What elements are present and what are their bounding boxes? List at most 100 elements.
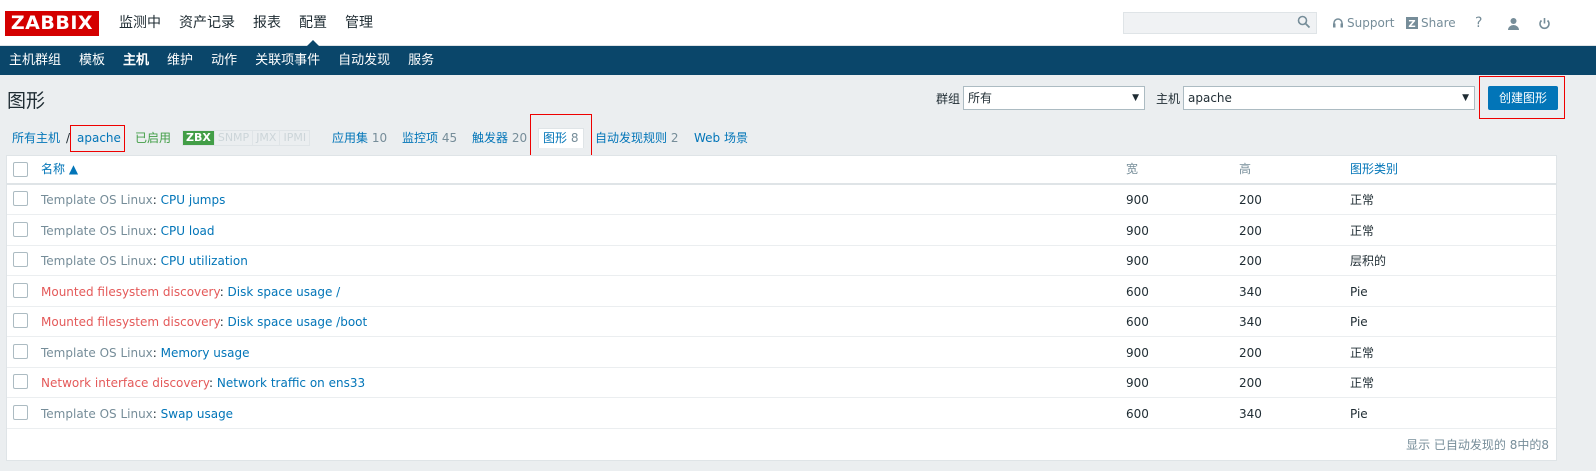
graph-name-cell: Template OS Linux: CPU load xyxy=(41,216,215,246)
graph-name-link[interactable]: CPU load xyxy=(161,224,215,238)
nav-administration[interactable]: 管理 xyxy=(336,0,382,46)
row-checkbox[interactable] xyxy=(13,374,28,389)
template-link[interactable]: Template OS Linux xyxy=(41,224,153,238)
user-icon xyxy=(1508,17,1519,30)
width-cell: 600 xyxy=(1126,284,1149,299)
table-row: Network interface discovery: Network tra… xyxy=(7,368,1556,398)
svg-text:Z: Z xyxy=(1408,19,1415,29)
host-status[interactable]: 已启用 xyxy=(135,130,171,146)
highlight-box xyxy=(530,114,592,156)
web-scenarios-link[interactable]: Web 场景 xyxy=(694,131,748,145)
graph-name-link[interactable]: Memory usage xyxy=(161,346,250,360)
height-cell: 200 xyxy=(1239,254,1262,268)
discovery-rules-count: 2 xyxy=(670,131,679,145)
group-select[interactable]: 所有 ▼ xyxy=(963,86,1145,110)
logout-button[interactable] xyxy=(1538,12,1554,34)
subnav-services[interactable]: 服务 xyxy=(399,46,443,75)
graph-type-cell: 正常 xyxy=(1350,376,1375,390)
subnav-actions[interactable]: 动作 xyxy=(202,46,246,75)
graph-type-cell: 正常 xyxy=(1350,345,1375,360)
group-select-value: 所有 xyxy=(968,91,993,105)
support-link[interactable]: Support xyxy=(1332,12,1394,34)
main-nav: 监测中 资产记录 报表 配置 管理 xyxy=(110,0,382,46)
row-checkbox[interactable] xyxy=(13,313,28,328)
graph-name-link[interactable]: Disk space usage /boot xyxy=(228,315,368,329)
nav-inventory[interactable]: 资产记录 xyxy=(170,0,244,46)
share-link[interactable]: Z Share xyxy=(1406,12,1456,34)
badge-ipmi: IPMI xyxy=(283,131,307,144)
applications-link[interactable]: 应用集 xyxy=(332,131,368,145)
template-link[interactable]: Template OS Linux xyxy=(41,254,153,268)
host-select[interactable]: apache ▼ xyxy=(1183,86,1475,110)
breadcrumb-all-hosts[interactable]: 所有主机 xyxy=(12,130,60,146)
column-width: 宽 xyxy=(1126,162,1139,176)
items-link[interactable]: 监控项 xyxy=(402,131,438,145)
profile-button[interactable] xyxy=(1507,12,1523,34)
template-link[interactable]: Template OS Linux xyxy=(41,193,153,207)
subnav-templates[interactable]: 模板 xyxy=(70,46,114,75)
tab-applications[interactable]: 应用集 10 xyxy=(332,130,387,146)
highlight-box xyxy=(1479,76,1565,119)
all-hosts-link[interactable]: 所有主机 xyxy=(12,131,60,145)
name-separator: : xyxy=(152,223,161,238)
nav-configuration[interactable]: 配置 xyxy=(290,0,336,46)
graph-name-link[interactable]: CPU jumps xyxy=(161,193,226,207)
graph-name-link[interactable]: CPU utilization xyxy=(161,254,248,268)
zabbix-logo[interactable]: ZABBIX xyxy=(5,11,99,36)
width-cell: 900 xyxy=(1126,376,1149,390)
table-row: Template OS Linux: CPU jumps 900 200 正常 xyxy=(7,185,1556,215)
triggers-link[interactable]: 触发器 xyxy=(472,131,508,145)
row-checkbox[interactable] xyxy=(13,252,28,267)
name-separator: : xyxy=(209,376,217,390)
subnav-correlation[interactable]: 关联项事件 xyxy=(246,46,329,75)
width-cell: 900 xyxy=(1126,254,1149,268)
subnav-hosts[interactable]: 主机 xyxy=(114,46,158,75)
nav-monitoring[interactable]: 监测中 xyxy=(110,0,170,46)
search-icon[interactable] xyxy=(1297,15,1311,29)
row-checkbox[interactable] xyxy=(13,191,28,206)
chevron-down-icon: ▼ xyxy=(1462,93,1469,103)
name-separator: : xyxy=(219,315,228,329)
row-checkbox[interactable] xyxy=(13,404,28,420)
discovery-rules-link[interactable]: 自动发现规则 xyxy=(595,131,667,145)
tab-triggers[interactable]: 触发器 20 xyxy=(472,130,527,146)
subnav-host-groups[interactable]: 主机群组 xyxy=(0,46,70,75)
template-link[interactable]: Mounted filesystem discovery xyxy=(41,285,220,299)
table-row: Mounted filesystem discovery: Disk space… xyxy=(7,277,1556,307)
share-icon: Z xyxy=(1406,17,1418,29)
subnav-discovery[interactable]: 自动发现 xyxy=(329,46,399,75)
badge-snmp: SNMP xyxy=(215,131,254,145)
help-button[interactable]: ? xyxy=(1475,12,1482,34)
table-row: Template OS Linux: CPU utilization 900 200… xyxy=(7,246,1556,276)
height-cell: 340 xyxy=(1239,315,1262,329)
tab-items[interactable]: 监控项 45 xyxy=(402,130,457,146)
column-name[interactable]: 名称 ▲ xyxy=(41,156,78,182)
template-link[interactable]: Network interface discovery xyxy=(41,376,209,390)
graphs-table: 名称 ▲ 宽 高 图形类别 Template OS Linux: CPU jum… xyxy=(6,155,1557,461)
graph-name-link[interactable]: Network traffic on ens33 xyxy=(217,376,365,390)
subnav-maintenance[interactable]: 维护 xyxy=(158,46,202,75)
nav-reports[interactable]: 报表 xyxy=(244,0,290,46)
row-checkbox[interactable] xyxy=(13,343,28,359)
template-link[interactable]: Template OS Linux xyxy=(41,407,153,421)
template-link[interactable]: Mounted filesystem discovery xyxy=(41,315,220,329)
tab-discovery-rules[interactable]: 自动发现规则 2 xyxy=(595,130,678,146)
name-separator: : xyxy=(152,345,161,360)
graph-name-link[interactable]: Swap usage xyxy=(161,407,233,421)
select-all-checkbox[interactable] xyxy=(13,162,28,177)
graph-name-cell: Mounted filesystem discovery: Disk space… xyxy=(41,307,367,337)
height-cell: 200 xyxy=(1239,345,1262,360)
tab-web-scenarios[interactable]: Web 场景 xyxy=(694,130,748,146)
row-checkbox[interactable] xyxy=(13,282,28,298)
column-graph-type[interactable]: 图形类别 xyxy=(1350,156,1398,182)
row-checkbox[interactable] xyxy=(13,221,28,237)
graph-name-link[interactable]: Disk space usage / xyxy=(228,285,341,299)
table-footer: 显示 已自动发现的 8中的8 xyxy=(1406,438,1549,452)
graph-name-cell: Template OS Linux: Swap usage xyxy=(41,399,233,429)
table-header: 名称 ▲ 宽 高 图形类别 xyxy=(7,156,1556,185)
host-select-value: apache xyxy=(1188,91,1232,105)
height-cell: 200 xyxy=(1239,193,1262,207)
template-link[interactable]: Template OS Linux xyxy=(41,346,153,360)
search-input[interactable] xyxy=(1123,12,1317,34)
group-label: 群组 xyxy=(936,92,961,106)
